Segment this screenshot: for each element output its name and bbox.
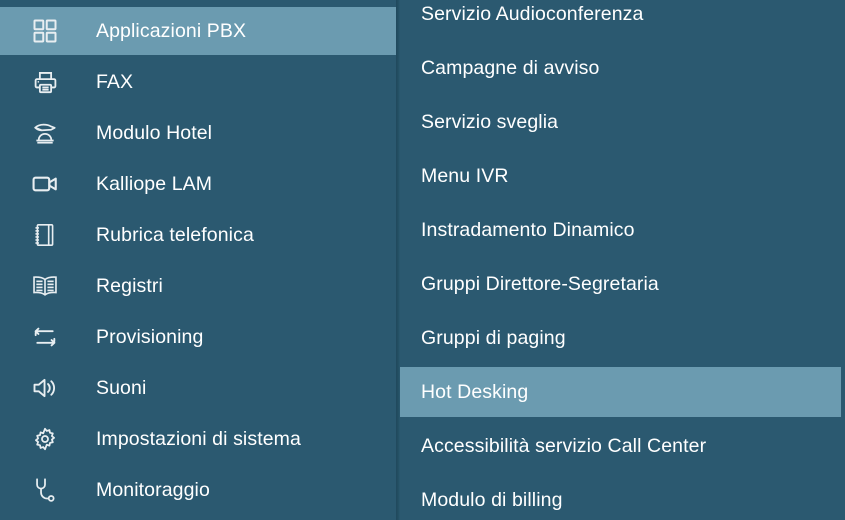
submenu-item-list: Servizio Audioconferenza Campagne di avv… <box>396 0 841 520</box>
submenu-item-servizio-sveglia[interactable]: Servizio sveglia <box>396 97 841 147</box>
main-sidebar: Applicazioni PBX FAX Modulo Hotel Kallio… <box>0 0 396 520</box>
sidebar-item-label: Provisioning <box>96 325 204 348</box>
sidebar-item-rubrica-telefonica[interactable]: Rubrica telefonica <box>0 211 396 259</box>
sidebar-item-list: Applicazioni PBX FAX Modulo Hotel Kallio… <box>0 7 396 517</box>
sidebar-item-impostazioni-di-sistema[interactable]: Impostazioni di sistema <box>0 415 396 463</box>
submenu-item-label: Accessibilità servizio Call Center <box>421 434 707 457</box>
grid-icon <box>28 14 62 48</box>
sidebar-item-suoni[interactable]: Suoni <box>0 364 396 412</box>
video-camera-icon <box>28 167 62 201</box>
printer-icon <box>28 65 62 99</box>
open-book-icon <box>28 269 62 303</box>
hotel-bell-icon <box>28 116 62 150</box>
sidebar-item-kalliope-lam[interactable]: Kalliope LAM <box>0 160 396 208</box>
submenu-item-label: Gruppi di paging <box>421 326 566 349</box>
submenu-item-label: Modulo di billing <box>421 488 563 511</box>
sidebar-item-applicazioni-pbx[interactable]: Applicazioni PBX <box>0 7 396 55</box>
sidebar-item-provisioning[interactable]: Provisioning <box>0 313 396 361</box>
sidebar-item-label: FAX <box>96 70 134 93</box>
sidebar-item-label: Rubrica telefonica <box>96 223 254 246</box>
submenu-item-accessibilita-servizio-call-center[interactable]: Accessibilità servizio Call Center <box>396 421 841 471</box>
submenu-item-instradamento-dinamico[interactable]: Instradamento Dinamico <box>396 205 841 255</box>
sidebar-item-monitoraggio[interactable]: Monitoraggio <box>0 466 396 514</box>
submenu-item-label: Servizio sveglia <box>421 110 559 133</box>
submenu-item-label: Campagne di avviso <box>421 56 600 79</box>
sidebar-item-label: Applicazioni PBX <box>96 19 247 42</box>
submenu-item-label: Gruppi Direttore-Segretaria <box>421 272 659 295</box>
submenu-item-gruppi-direttore-segretaria[interactable]: Gruppi Direttore-Segretaria <box>396 259 841 309</box>
sync-arrows-icon <box>28 320 62 354</box>
submenu-item-label: Instradamento Dinamico <box>421 218 635 241</box>
submenu-item-label: Hot Desking <box>421 380 529 403</box>
sidebar-item-modulo-hotel[interactable]: Modulo Hotel <box>0 109 396 157</box>
sidebar-item-label: Registri <box>96 274 163 297</box>
submenu-item-modulo-di-billing[interactable]: Modulo di billing <box>396 475 841 520</box>
sidebar-item-label: Monitoraggio <box>96 478 210 501</box>
address-book-icon <box>28 218 62 252</box>
pbx-navigation-screen: Applicazioni PBX FAX Modulo Hotel Kallio… <box>0 0 845 520</box>
submenu-item-label: Servizio Audioconferenza <box>421 2 644 25</box>
sidebar-item-label: Suoni <box>96 376 147 399</box>
sidebar-item-label: Kalliope LAM <box>96 172 213 195</box>
sidebar-item-registri[interactable]: Registri <box>0 262 396 310</box>
sidebar-item-fax[interactable]: FAX <box>0 58 396 106</box>
speaker-icon <box>28 371 62 405</box>
stethoscope-icon <box>28 473 62 507</box>
gear-icon <box>28 422 62 456</box>
sidebar-item-label: Impostazioni di sistema <box>96 427 301 450</box>
applicazioni-pbx-submenu: Servizio Audioconferenza Campagne di avv… <box>396 0 841 520</box>
submenu-item-servizio-audioconferenza[interactable]: Servizio Audioconferenza <box>396 0 841 39</box>
submenu-item-menu-ivr[interactable]: Menu IVR <box>396 151 841 201</box>
submenu-item-gruppi-di-paging[interactable]: Gruppi di paging <box>396 313 841 363</box>
sidebar-item-label: Modulo Hotel <box>96 121 213 144</box>
submenu-item-label: Menu IVR <box>421 164 509 187</box>
submenu-item-hot-desking[interactable]: Hot Desking <box>396 367 841 417</box>
submenu-item-campagne-di-avviso[interactable]: Campagne di avviso <box>396 43 841 93</box>
